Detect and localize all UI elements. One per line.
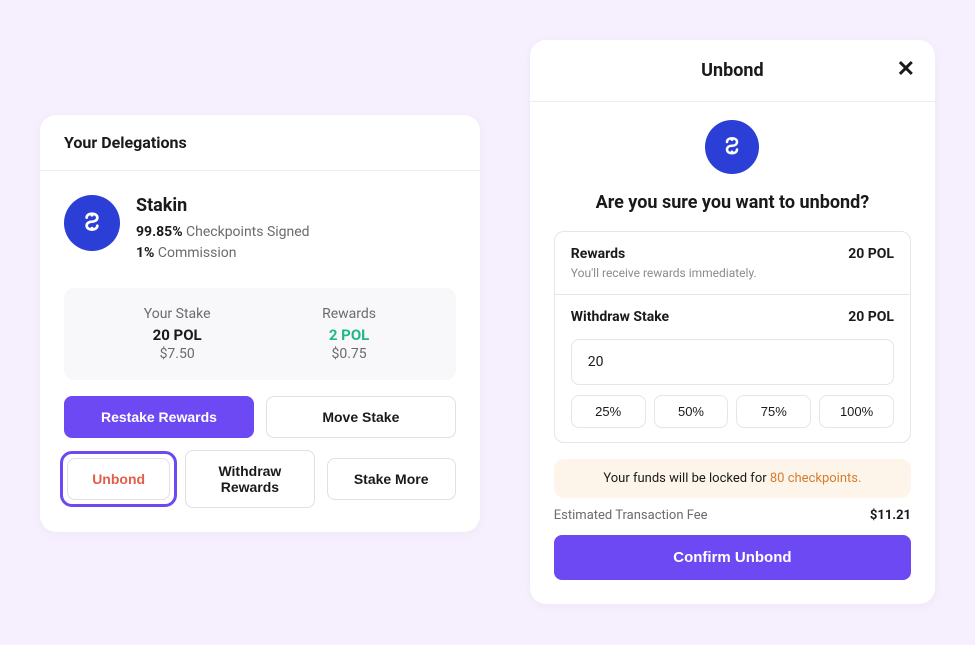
validator-commission: 1% Commission <box>136 243 310 264</box>
delegations-header: Your Delegations <box>40 115 480 171</box>
modal-question: Are you sure you want to unbond? <box>530 182 935 231</box>
rewards-value: 2 POL <box>322 326 376 344</box>
percentage-row: 25% 50% 75% 100% <box>571 395 894 428</box>
validator-logo-icon <box>705 120 759 174</box>
pct-100-button[interactable]: 100% <box>819 395 894 428</box>
unbond-button[interactable]: Unbond <box>67 458 170 500</box>
rewards-label: Rewards <box>322 306 376 322</box>
pct-25-button[interactable]: 25% <box>571 395 646 428</box>
lock-warning-banner: Your funds will be locked for 80 checkpo… <box>554 459 911 498</box>
fee-label: Estimated Transaction Fee <box>554 508 708 523</box>
rewards-info-label: Rewards <box>571 246 625 262</box>
pct-50-button[interactable]: 50% <box>654 395 729 428</box>
validator-row: Stakin 99.85% Checkpoints Signed 1% Comm… <box>40 171 480 280</box>
warning-prefix: Your funds will be locked for <box>603 471 770 486</box>
modal-logo-wrap <box>530 102 935 182</box>
rewards-info-sub: You'll receive rewards immediately. <box>571 266 894 280</box>
unbond-modal: Unbond ✕ Are you sure you want to unbond… <box>530 40 935 604</box>
your-stake-col: Your Stake 20 POL $7.50 <box>144 306 211 362</box>
withdraw-rewards-button[interactable]: Withdraw Rewards <box>185 450 314 508</box>
modal-header: Unbond ✕ <box>530 40 935 102</box>
close-icon[interactable]: ✕ <box>897 58 915 80</box>
move-stake-button[interactable]: Move Stake <box>266 396 456 438</box>
your-stake-value: 20 POL <box>144 326 211 344</box>
delegations-card: Your Delegations Stakin 99.85% Checkpoin… <box>40 115 480 532</box>
validator-checkpoints: 99.85% Checkpoints Signed <box>136 222 310 243</box>
pct-75-button[interactable]: 75% <box>736 395 811 428</box>
validator-name: Stakin <box>136 195 310 216</box>
confirm-unbond-button[interactable]: Confirm Unbond <box>554 535 911 580</box>
delegations-title: Your Delegations <box>64 133 456 152</box>
amount-input[interactable] <box>571 339 894 385</box>
rewards-section: Rewards 20 POL You'll receive rewards im… <box>555 232 910 294</box>
modal-title: Unbond <box>701 60 763 81</box>
withdraw-section: Withdraw Stake 20 POL 25% 50% 75% 100% <box>555 294 910 442</box>
withdraw-info-value: 20 POL <box>848 309 894 325</box>
warning-highlight: 80 checkpoints. <box>770 471 862 486</box>
validator-logo-icon <box>64 195 120 251</box>
fee-row: Estimated Transaction Fee $11.21 <box>530 508 935 535</box>
action-buttons: Restake Rewards Move Stake Unbond Withdr… <box>40 396 480 532</box>
rewards-col: Rewards 2 POL $0.75 <box>322 306 376 362</box>
rewards-info-value: 20 POL <box>848 246 894 262</box>
your-stake-label: Your Stake <box>144 306 211 322</box>
unbond-info-box: Rewards 20 POL You'll receive rewards im… <box>554 231 911 443</box>
your-stake-usd: $7.50 <box>144 346 211 362</box>
stake-summary: Your Stake 20 POL $7.50 Rewards 2 POL $0… <box>64 288 456 380</box>
fee-value: $11.21 <box>870 508 911 523</box>
withdraw-info-label: Withdraw Stake <box>571 309 669 325</box>
unbond-highlight: Unbond <box>60 451 177 507</box>
rewards-usd: $0.75 <box>322 346 376 362</box>
restake-rewards-button[interactable]: Restake Rewards <box>64 396 254 438</box>
validator-info: Stakin 99.85% Checkpoints Signed 1% Comm… <box>136 195 310 264</box>
stake-more-button[interactable]: Stake More <box>327 458 456 500</box>
